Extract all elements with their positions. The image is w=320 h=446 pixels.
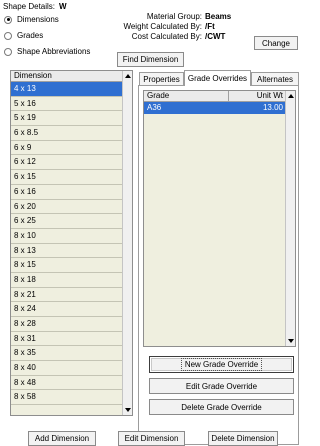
weight-calculated-label: Weight Calculated By: xyxy=(123,22,202,31)
new-grade-override-label: New Grade Override xyxy=(180,358,263,371)
tab-grade-overrides[interactable]: Grade Overrides xyxy=(184,70,251,86)
tab-properties[interactable]: Properties xyxy=(139,72,184,85)
cost-calculated-label: Cost Calculated By: xyxy=(131,32,202,41)
delete-grade-override-button[interactable]: Delete Grade Override xyxy=(149,399,294,415)
grade-column-header[interactable]: Grade xyxy=(147,91,169,101)
cost-calculated-value: /CWT xyxy=(205,32,226,41)
radio-shape-abbreviations[interactable]: Shape Abbreviations xyxy=(4,47,90,56)
shape-details-value: W xyxy=(59,2,67,11)
list-item[interactable]: 5 x 19 xyxy=(11,111,122,127)
list-item[interactable]: 8 x 31 xyxy=(11,332,122,347)
grade-overrides-header: Grade Unit Wt xyxy=(144,91,286,102)
list-item[interactable]: 6 x 15 xyxy=(11,170,122,185)
weight-calculated-value: /Ft xyxy=(205,22,215,31)
grade-overrides-scrollbar[interactable] xyxy=(285,91,295,346)
list-item[interactable]: 8 x 40 xyxy=(11,361,122,376)
scroll-up-icon[interactable] xyxy=(288,94,294,98)
radio-unselected-icon[interactable] xyxy=(4,31,12,40)
radio-grades-label: Grades xyxy=(17,31,44,40)
table-row[interactable]: A36 13.00 xyxy=(144,102,286,114)
unit-wt-column-header[interactable]: Unit Wt xyxy=(257,91,283,101)
radio-selected-icon[interactable] xyxy=(4,15,12,24)
list-item[interactable]: 6 x 20 xyxy=(11,200,122,215)
list-item[interactable]: 8 x 15 xyxy=(11,258,122,273)
dimension-list[interactable]: Dimension 4 x 13 5 x 16 5 x 19 6 x 8.5 6… xyxy=(10,70,133,416)
list-item[interactable]: 5 x 16 xyxy=(11,97,122,112)
weight-calculated-row: Weight Calculated By:/Ft xyxy=(110,22,240,31)
radio-shape-abbreviations-label: Shape Abbreviations xyxy=(17,47,91,56)
add-dimension-button[interactable]: Add Dimension xyxy=(28,431,96,446)
material-group-value: Beams xyxy=(205,12,232,21)
scroll-down-icon[interactable] xyxy=(288,339,294,343)
grade-overrides-grid[interactable]: Grade Unit Wt A36 13.00 xyxy=(143,90,296,347)
scroll-up-icon[interactable] xyxy=(125,74,131,78)
list-item[interactable]: 8 x 10 xyxy=(11,229,122,244)
list-item[interactable]: 8 x 48 xyxy=(11,376,122,391)
list-item[interactable]: 8 x 18 xyxy=(11,273,122,288)
material-group-row: Material Group: Beams xyxy=(110,12,240,21)
dimension-list-scrollbar[interactable] xyxy=(122,71,132,415)
list-item[interactable]: 4 x 13 xyxy=(11,82,122,97)
edit-grade-override-button[interactable]: Edit Grade Override xyxy=(149,378,294,394)
list-item[interactable]: 8 x 21 xyxy=(11,288,122,303)
list-item[interactable]: 8 x 24 xyxy=(11,302,122,317)
list-item[interactable]: 8 x 13 xyxy=(11,244,122,259)
edit-dimension-button[interactable]: Edit Dimension xyxy=(118,431,185,446)
list-item[interactable]: 6 x 25 xyxy=(11,214,122,229)
shape-details-label: Shape Details: xyxy=(3,2,56,11)
change-button[interactable]: Change xyxy=(254,36,298,50)
grade-cell: A36 xyxy=(147,103,162,112)
find-dimension-button[interactable]: Find Dimension xyxy=(117,52,184,67)
list-item[interactable]: 6 x 8.5 xyxy=(11,126,122,141)
radio-unselected-icon[interactable] xyxy=(4,47,12,56)
list-item[interactable]: 6 x 16 xyxy=(11,185,122,200)
dimension-rows: 4 x 13 5 x 16 5 x 19 6 x 8.5 6 x 9 6 x 1… xyxy=(11,82,132,406)
list-item[interactable]: 6 x 12 xyxy=(11,155,122,171)
list-item[interactable]: 8 x 58 xyxy=(11,390,122,406)
radio-dimensions-label: Dimensions xyxy=(17,15,59,24)
scroll-down-icon[interactable] xyxy=(125,408,131,412)
grade-overrides-panel: Grade Unit Wt A36 13.00 New Grade Overri… xyxy=(138,85,299,445)
delete-dimension-button[interactable]: Delete Dimension xyxy=(208,431,278,446)
unit-wt-cell: 13.00 xyxy=(262,103,283,112)
material-group-label: Material Group: xyxy=(146,12,202,21)
list-item[interactable]: 8 x 35 xyxy=(11,346,122,362)
radio-grades[interactable]: Grades xyxy=(4,31,43,40)
cost-calculated-row: Cost Calculated By:/CWT xyxy=(110,32,240,41)
list-item[interactable]: 8 x 28 xyxy=(11,317,122,332)
radio-dimensions[interactable]: Dimensions xyxy=(4,15,59,24)
list-item[interactable]: 6 x 9 xyxy=(11,141,122,156)
new-grade-override-button[interactable]: New Grade Override xyxy=(149,356,294,373)
shape-details-header: Shape Details: W xyxy=(3,2,67,11)
tab-alternates[interactable]: Alternates xyxy=(251,72,299,85)
dimension-column-header[interactable]: Dimension xyxy=(11,71,132,82)
column-divider xyxy=(228,91,229,102)
